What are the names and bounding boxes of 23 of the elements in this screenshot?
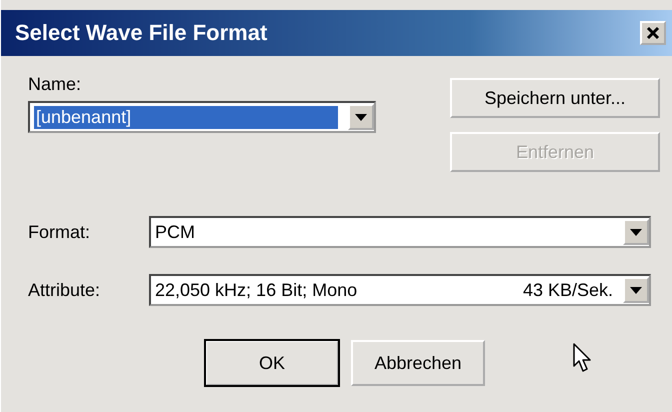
name-label: Name: [28, 74, 82, 95]
dropdown-field[interactable]: PCM [149, 216, 651, 248]
window-title: Select Wave File Format [15, 20, 268, 46]
name-dropdown[interactable]: [unbenannt] [28, 101, 376, 133]
dropdown-arrow-icon [630, 286, 642, 294]
field-label: Attribute: [28, 280, 102, 300]
rate-value: 43 KB/Sek. [522, 280, 613, 300]
dropdown-button[interactable] [348, 104, 374, 130]
dropdown-arrow-icon [355, 114, 367, 120]
name-value: [unbenannt] [34, 106, 338, 128]
side-button[interactable]: Speichern unter... [450, 78, 660, 118]
close-icon [646, 26, 660, 40]
dropdown-arrow-icon [630, 228, 642, 236]
dialog-button[interactable]: OK [205, 340, 339, 386]
dropdown-field[interactable]: 22,050 kHz; 16 Bit; Mono 43 KB/Sek. [149, 274, 651, 306]
dialog-button[interactable]: Abbrechen [351, 340, 485, 386]
field-label: Format: [28, 222, 92, 242]
dropdown-button[interactable] [623, 277, 649, 303]
dropdown-button[interactable] [623, 219, 649, 245]
field-value: PCM [155, 222, 196, 242]
field-value: 22,050 kHz; 16 Bit; Mono [155, 280, 358, 300]
close-button[interactable] [640, 21, 666, 45]
mouse-pointer-icon [573, 343, 593, 373]
